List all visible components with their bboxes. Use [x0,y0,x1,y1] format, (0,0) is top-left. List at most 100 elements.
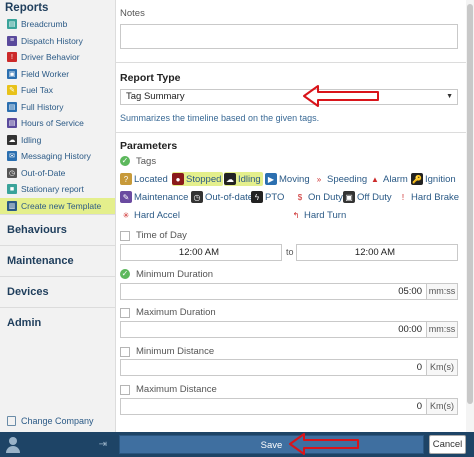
ignition-icon: 🔑 [411,173,423,185]
divider [116,132,466,133]
sidebar-report-item[interactable]: ▤ Breadcrumb [0,16,115,33]
alarm-icon: ▲ [369,173,381,185]
report-type-value: Tag Summary [126,91,185,102]
tag-toggle[interactable]: ✎ Maintenance [120,190,188,204]
min-distance-unit: Km(s) [427,359,458,376]
max-distance-label: Maximum Distance [136,384,217,395]
onduty-icon: $ [294,191,306,203]
min-duration-label: Minimum Duration [136,269,214,280]
tag-label: Ignition [425,173,456,185]
max-duration-input[interactable]: 00:00 [120,321,427,338]
sidebar-report-item[interactable]: ✎ Fuel Tax [0,82,115,99]
tag-label: Hard Turn [304,209,347,221]
change-company-link[interactable]: Change Company [7,416,94,426]
time-of-day-label: Time of Day [136,230,187,241]
sidebar-report-label: Breadcrumb [21,19,68,30]
stopped-icon: ● [172,173,184,185]
tags-checkbox[interactable]: ✓ [120,156,130,166]
report-type-description: Summarizes the timeline based on the giv… [120,113,320,123]
sidebar-section[interactable]: Behaviours [0,214,115,245]
tag-toggle[interactable]: ▲ Alarm [369,172,408,186]
report-form: Notes Report Type Tag Summary ▼ Summariz… [116,0,474,432]
sidebar-report-item[interactable]: ▣ Field Worker [0,66,115,83]
sidebar-report-item[interactable]: ■ Stationary report [0,181,115,198]
scrollbar-thumb[interactable] [467,4,473,404]
sidebar-report-item[interactable]: ! Driver Behavior [0,49,115,66]
tag-toggle[interactable]: ✳ Hard Accel [120,208,180,222]
history-icon: ▤ [7,101,17,112]
report-type-title: Report Type [120,72,181,84]
min-distance-input[interactable]: 0 [120,359,427,376]
tag-toggle[interactable]: ☁ Idling [224,172,263,186]
located-icon: ? [120,173,132,185]
tag-toggle[interactable]: ◷ Out-of-date [191,190,253,204]
sidebar-report-item[interactable]: ▥ Create new Template [0,197,115,214]
time-from-input[interactable]: 12:00 AM [120,244,282,261]
min-duration-input[interactable]: 05:00 [120,283,427,300]
select-caret-icon: ▼ [446,93,453,100]
max-distance-input[interactable]: 0 [120,398,427,415]
offduty-icon: ▣ [343,191,355,203]
notes-label: Notes [120,8,145,19]
tag-toggle[interactable]: ● Stopped [172,172,224,186]
max-duration-checkbox[interactable] [120,308,130,318]
sidebar-report-label: Field Worker [21,68,70,79]
report-type-select[interactable]: Tag Summary ▼ [120,89,458,105]
sidebar-report-label: Stationary report [21,184,84,195]
tag-toggle[interactable]: ! Hard Brake [397,190,459,204]
vertical-scrollbar[interactable] [466,0,474,432]
sidebar-report-item[interactable]: ▤ Hours of Service [0,115,115,132]
sidebar-report-item[interactable]: ≡ Dispatch History [0,33,115,50]
chart-icon: ▥ [7,200,17,211]
reports-heading[interactable]: Reports [0,0,115,16]
tag-toggle[interactable]: 🔑 Ignition [411,172,456,186]
sidebar-section[interactable]: Devices [0,276,115,307]
user-avatar-icon[interactable] [6,436,20,453]
change-company-label: Change Company [21,416,94,426]
sidebar-report-item[interactable]: ▤ Full History [0,99,115,116]
sidebar-report-label: Driver Behavior [21,52,80,63]
sidebar-report-item[interactable]: ✉ Messaging History [0,148,115,165]
tag-label: Maintenance [134,191,189,203]
sidebar-section[interactable]: Maintenance [0,245,115,276]
min-distance-checkbox[interactable] [120,347,130,357]
tag-toggle[interactable]: ▶ Moving [265,172,310,186]
min-duration-checkbox[interactable]: ✓ [120,269,130,279]
tag-toggle[interactable]: ↰ Hard Turn [290,208,346,222]
hardturn-icon: ↰ [290,209,302,221]
tag-toggle[interactable]: ▣ Off Duty [343,190,392,204]
sidebar-report-item[interactable]: ☁ Idling [0,132,115,149]
time-of-day-checkbox[interactable] [120,231,130,241]
max-distance-checkbox[interactable] [120,385,130,395]
tag-toggle[interactable]: ? Located [120,172,168,186]
sidebar-bottom-bar: ⇥ [0,432,116,457]
form-footer: Save Cancel [116,432,474,457]
max-distance-unit: Km(s) [427,398,458,415]
breadcrumb-icon: ▤ [7,19,17,30]
min-distance-label: Minimum Distance [136,346,215,357]
tag-label: Off Duty [357,191,392,203]
clock-icon: ◷ [7,167,17,178]
cancel-button[interactable]: Cancel [429,435,466,454]
time-to-input[interactable]: 12:00 AM [296,244,458,261]
worker-icon: ▣ [7,68,17,79]
message-icon: ✉ [7,151,17,162]
sidebar-section[interactable]: Admin [0,307,115,338]
fuel-icon: ✎ [7,85,17,96]
tag-toggle[interactable]: $ On Duty [294,190,343,204]
sidebar-report-item[interactable]: ◷ Out-of-Date [0,165,115,182]
tag-toggle[interactable]: » Speeding [313,172,367,186]
tag-toggle[interactable]: ϟ PTO [251,190,284,204]
logout-icon[interactable]: ⇥ [99,439,107,450]
notes-textarea[interactable] [120,24,458,49]
tag-label: Located [134,173,168,185]
sidebar-report-label: Full History [21,101,64,112]
report-list: ▤ Breadcrumb ≡ Dispatch History! Driver Beha… [0,16,115,214]
save-button[interactable]: Save [119,435,424,454]
sidebar-report-label: Dispatch History [21,35,83,46]
sidebar: Reports ▤ Breadcrumb ≡ Dispatch History! Dri… [0,0,116,457]
tag-label: Stopped [186,173,222,185]
tag-label: PTO [265,191,285,203]
min-duration-unit: mm:ss [427,283,458,300]
speeding-icon: » [313,173,325,185]
